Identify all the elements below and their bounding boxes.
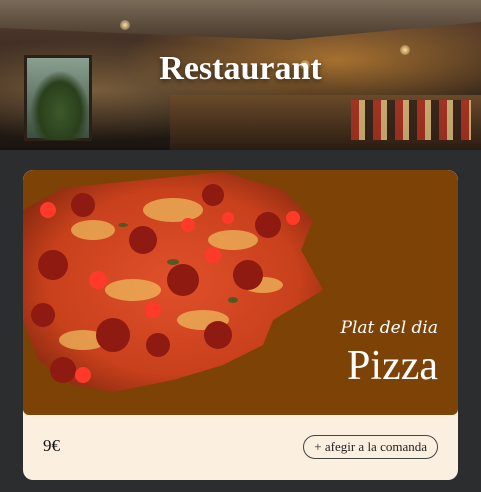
hero-ceiling: [0, 0, 481, 40]
dish-of-the-day-card: Plat del dia Pizza 9€ + afegir a la coma…: [23, 170, 458, 480]
dish-image-area: Plat del dia Pizza: [23, 170, 458, 415]
dish-tagline: Plat del dia: [340, 318, 438, 338]
dish-name: Pizza: [347, 343, 438, 389]
dish-price: 9€: [43, 436, 60, 455]
page-title: Restaurant: [159, 50, 322, 87]
add-to-order-button[interactable]: + afegir a la comanda: [303, 435, 438, 459]
pizza-image: [23, 172, 323, 392]
hero-banner: Restaurant: [0, 0, 481, 150]
hero-shelf: [351, 100, 471, 140]
hero-lamp: [120, 20, 130, 30]
